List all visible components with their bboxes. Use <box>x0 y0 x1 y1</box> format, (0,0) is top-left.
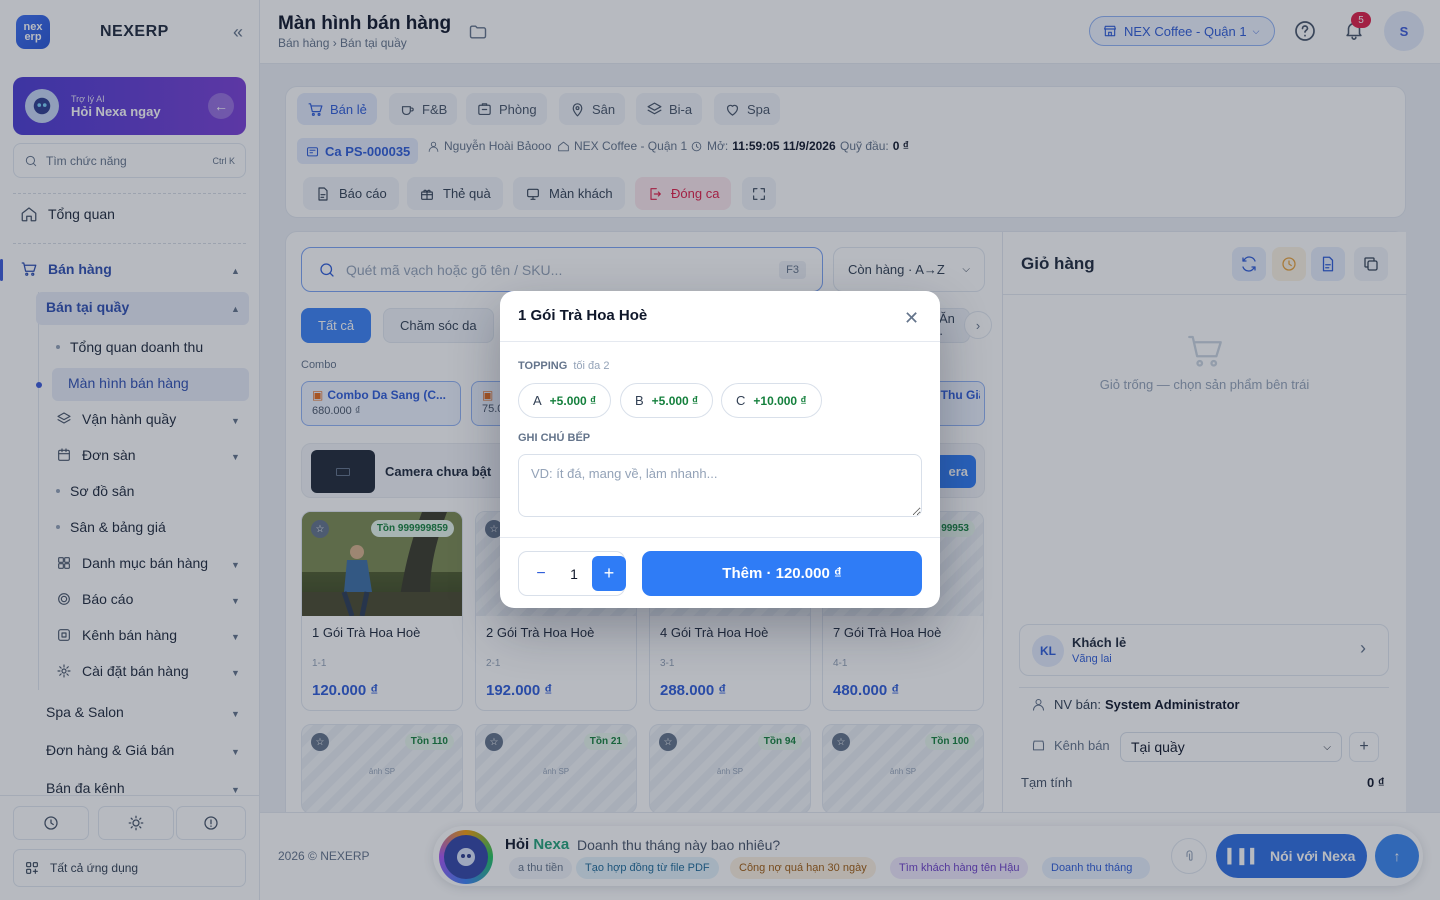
topping-hint: tối đa 2 <box>573 360 610 372</box>
topping-price: +5.000 ₫ <box>549 393 597 408</box>
quantity-value[interactable]: 1 <box>557 558 591 590</box>
increase-quantity-button[interactable]: + <box>592 556 626 591</box>
topping-option-b[interactable]: B +5.000 ₫ <box>620 383 714 418</box>
divider <box>500 341 940 342</box>
kitchen-note-label: GHI CHÚ BẾP <box>518 432 591 444</box>
topping-label: TOPPING tối đa 2 <box>518 360 610 372</box>
divider <box>500 537 940 538</box>
topping-option-a[interactable]: A +5.000 ₫ <box>518 383 612 418</box>
topping-price: +5.000 ₫ <box>651 393 699 408</box>
topping-price: +10.000 ₫ <box>753 393 807 408</box>
topping-name: A <box>533 393 542 408</box>
add-to-cart-button[interactable]: Thêm · 120.000 ₫ <box>642 551 922 596</box>
decrease-quantity-button[interactable]: − <box>525 558 557 590</box>
quantity-stepper: − 1 + <box>518 551 626 596</box>
topping-option-c[interactable]: C +10.000 ₫ <box>721 383 822 418</box>
topping-modal: 1 Gói Trà Hoa Hoè ✕ TOPPING tối đa 2 A +… <box>500 291 940 608</box>
kitchen-note-field[interactable] <box>518 454 922 517</box>
topping-name: C <box>736 393 746 408</box>
modal-title: 1 Gói Trà Hoa Hoè <box>518 307 648 324</box>
topping-name: B <box>635 393 644 408</box>
close-icon[interactable]: ✕ <box>904 308 919 329</box>
